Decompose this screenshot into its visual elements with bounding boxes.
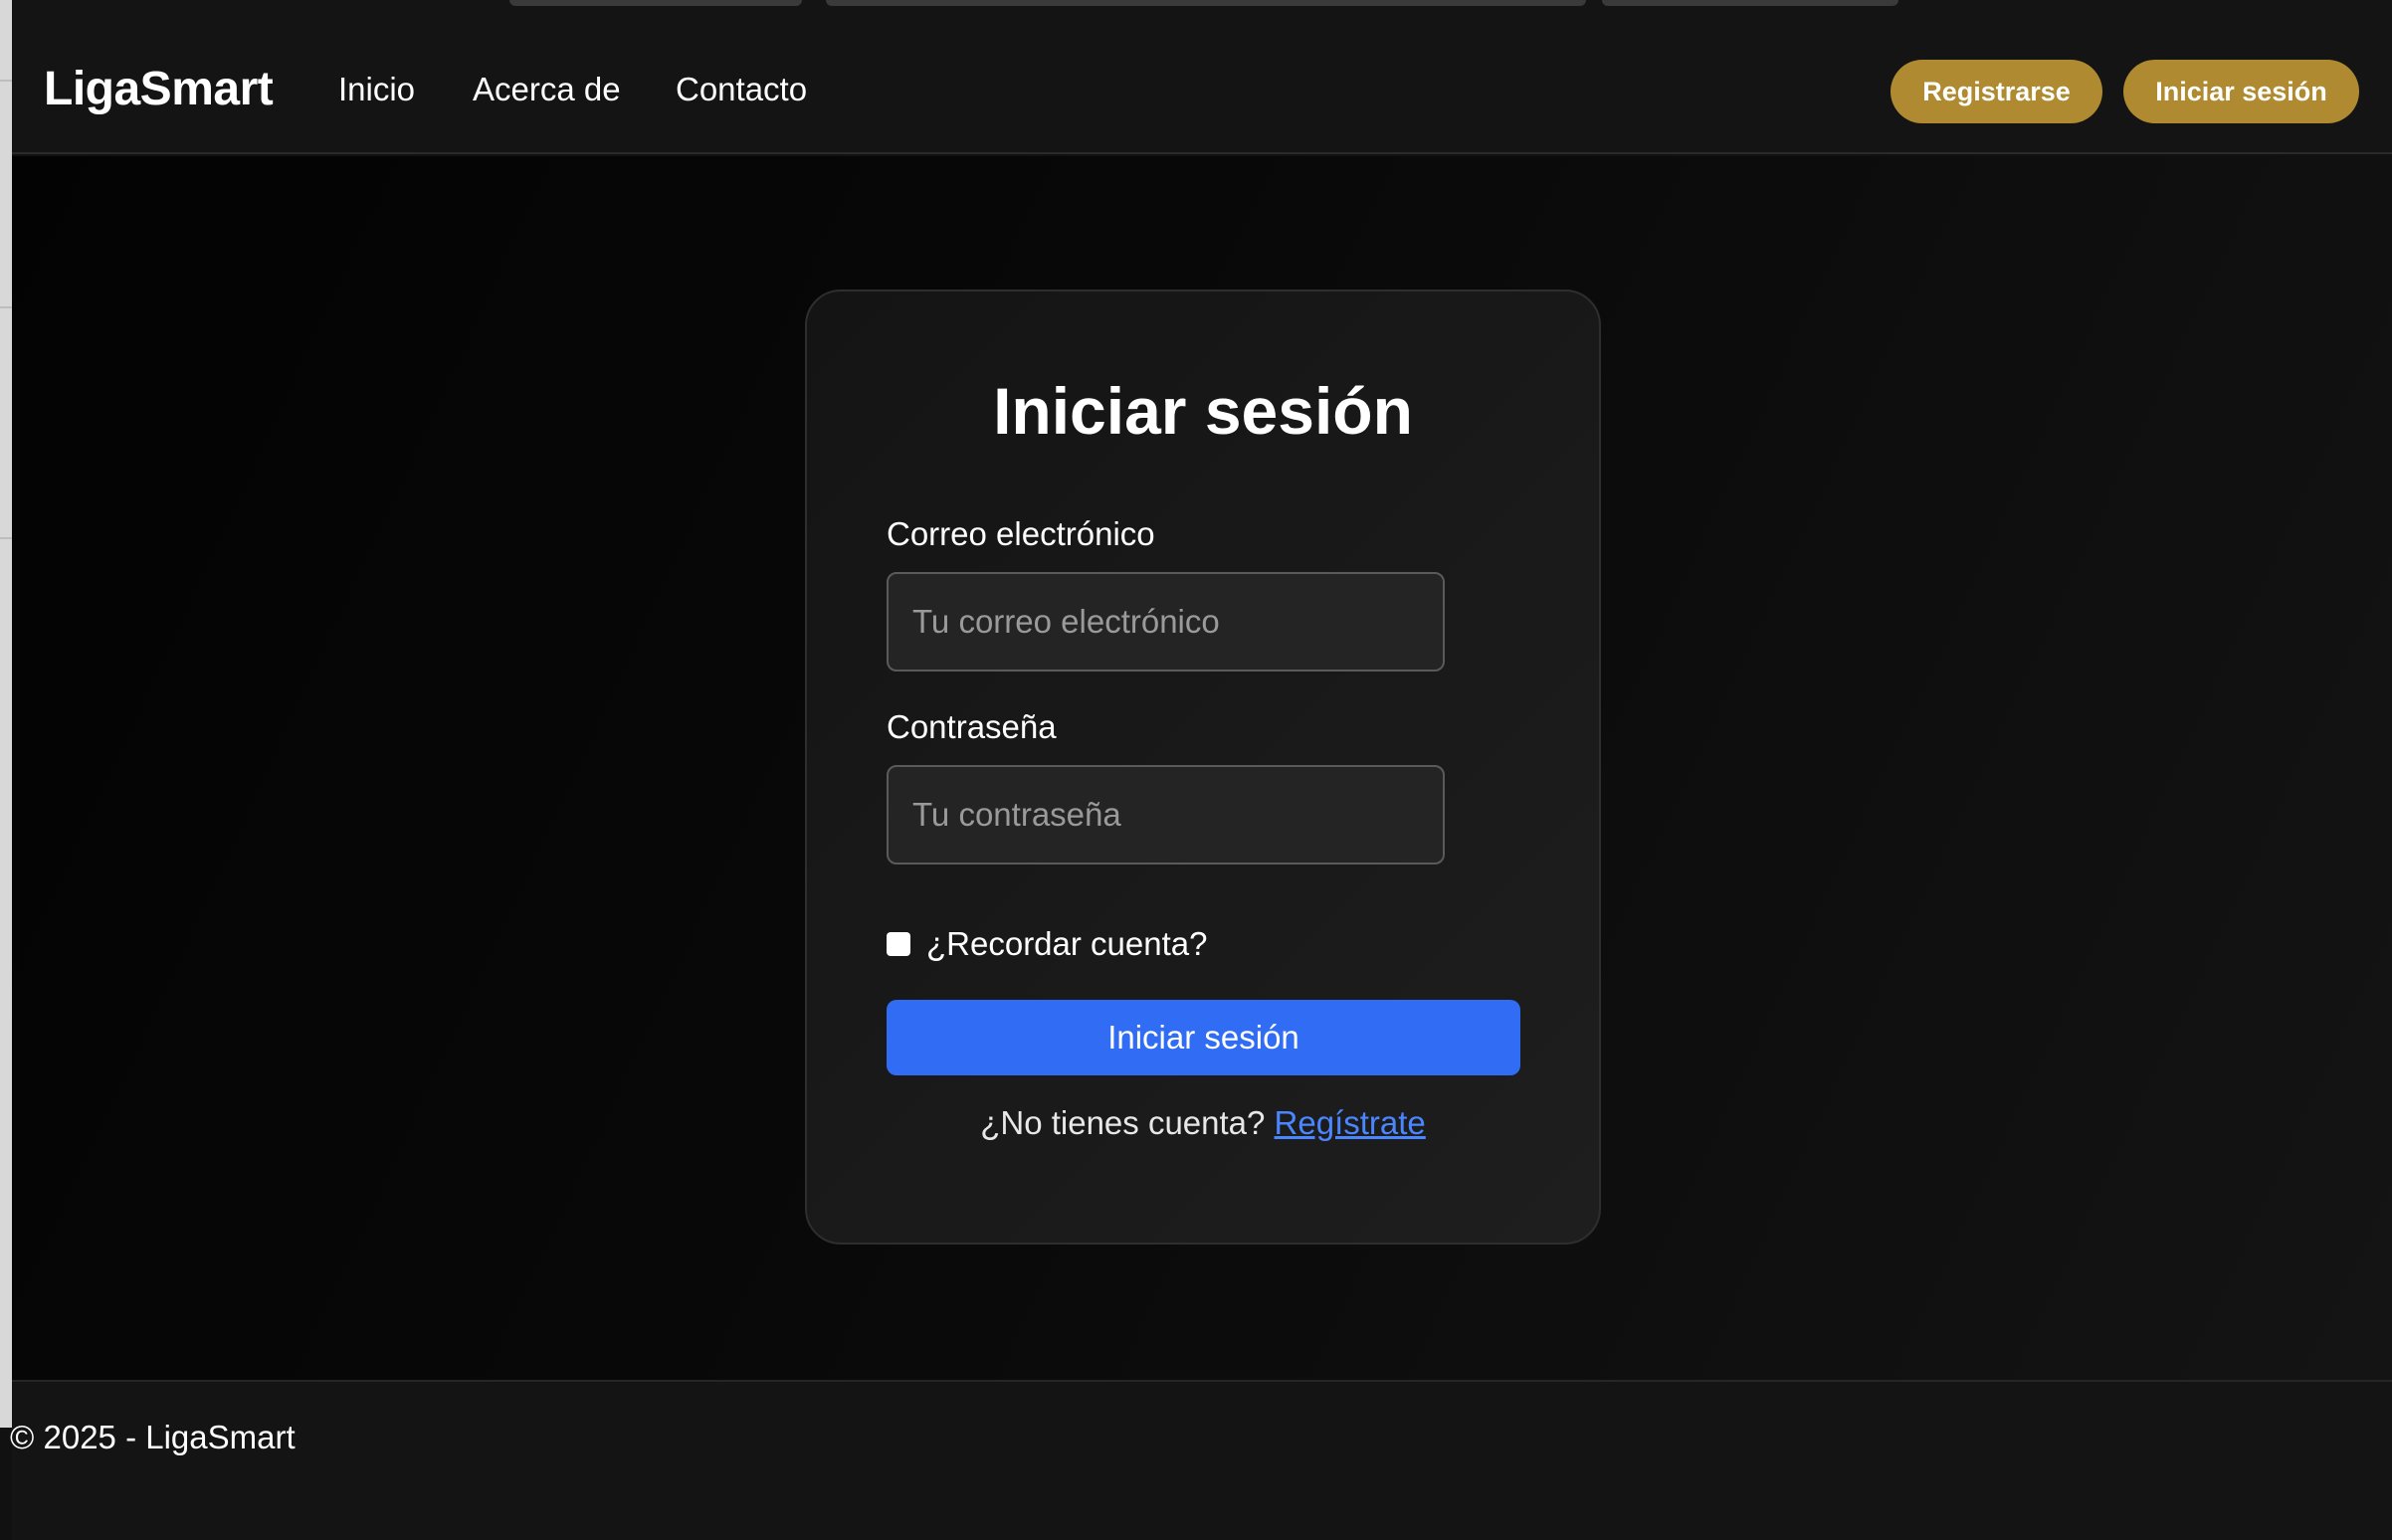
email-label: Correo electrónico [887, 515, 1155, 552]
tab-sliver[interactable] [509, 0, 802, 6]
signup-link[interactable]: Regístrate [1275, 1104, 1426, 1141]
nav-link-inicio[interactable]: Inicio [338, 70, 415, 109]
login-nav-button[interactable]: Iniciar sesión [2123, 60, 2359, 123]
browser-viewport: LigaSmart Inicio Acerca de Contacto Regi… [10, 0, 2392, 1540]
login-title: Iniciar sesión [993, 374, 1413, 448]
login-submit-button[interactable]: Iniciar sesión [887, 1000, 1520, 1075]
email-field[interactable] [887, 572, 1445, 672]
nav-link-acerca-de[interactable]: Acerca de [473, 70, 621, 109]
navbar: LigaSmart Inicio Acerca de Contacto Regi… [12, 0, 2392, 154]
nav-link-contacto[interactable]: Contacto [676, 70, 807, 109]
login-card: Iniciar sesión Correo electrónico Contra… [805, 289, 1601, 1245]
remember-checkbox[interactable] [887, 932, 910, 956]
remember-row: ¿Recordar cuenta? [887, 924, 1207, 964]
register-button[interactable]: Registrarse [1891, 60, 2102, 123]
signup-prompt: ¿No tienes cuenta? Regístrate [807, 1103, 1599, 1143]
window-edge [0, 0, 12, 1428]
footer: © 2025 - LigaSmart [10, 1380, 2392, 1540]
page: LigaSmart Inicio Acerca de Contacto Regi… [0, 0, 2392, 1540]
footer-copyright: © 2025 - LigaSmart [10, 1419, 296, 1455]
main-content: Iniciar sesión Correo electrónico Contra… [12, 156, 2392, 1380]
no-account-text: ¿No tienes cuenta? [980, 1104, 1266, 1141]
tab-sliver[interactable] [1602, 0, 1898, 6]
remember-label[interactable]: ¿Recordar cuenta? [926, 924, 1207, 964]
brand-logo[interactable]: LigaSmart [44, 62, 274, 117]
tab-sliver[interactable] [826, 0, 1586, 6]
password-label: Contraseña [887, 708, 1057, 745]
password-field[interactable] [887, 765, 1445, 865]
